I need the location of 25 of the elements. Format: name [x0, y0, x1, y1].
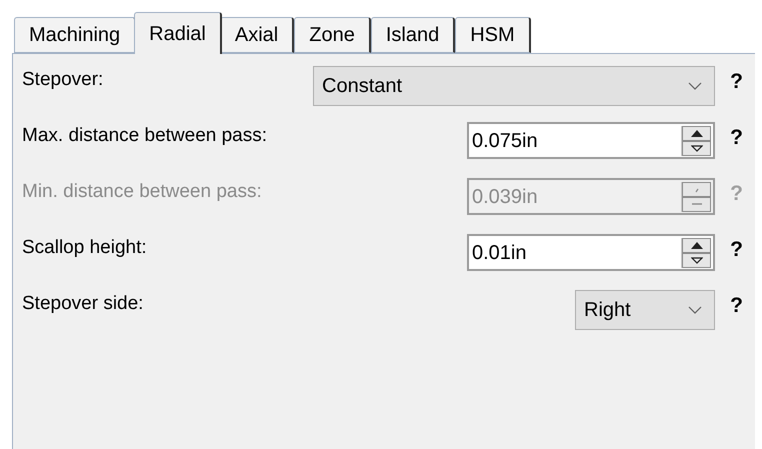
- spin-up-button[interactable]: [682, 126, 711, 140]
- dropdown[interactable]: Constant: [313, 66, 715, 106]
- tab[interactable]: HSM: [455, 17, 531, 53]
- field-label: Max. distance between pass:: [22, 124, 268, 148]
- spin-down-button[interactable]: [682, 140, 711, 156]
- tab[interactable]: Machining: [14, 17, 136, 53]
- chevron-down-icon: [688, 82, 702, 90]
- field-label: Stepover:: [22, 68, 104, 92]
- field-label: Scallop height:: [22, 236, 148, 260]
- tab[interactable]: Radial: [134, 12, 222, 54]
- chevron-down-icon: [688, 306, 702, 314]
- tab[interactable]: Zone: [294, 17, 371, 53]
- spin-field[interactable]: 0.075in: [467, 122, 715, 159]
- help-mark[interactable]: ?: [715, 122, 743, 154]
- help-mark[interactable]: ?: [715, 290, 743, 322]
- field-label: Stepover side:: [22, 292, 144, 316]
- help-mark[interactable]: ?: [715, 234, 743, 266]
- dropdown[interactable]: Right: [575, 290, 715, 330]
- spin-up-button[interactable]: [682, 238, 711, 252]
- spin-field[interactable]: 0.01in: [467, 234, 715, 271]
- field-label: Min. distance between pass:: [22, 180, 263, 204]
- tab[interactable]: Axial: [220, 17, 294, 53]
- help-mark[interactable]: ?: [715, 66, 743, 98]
- spin-down-button[interactable]: [682, 252, 711, 268]
- tab[interactable]: Island: [370, 17, 456, 53]
